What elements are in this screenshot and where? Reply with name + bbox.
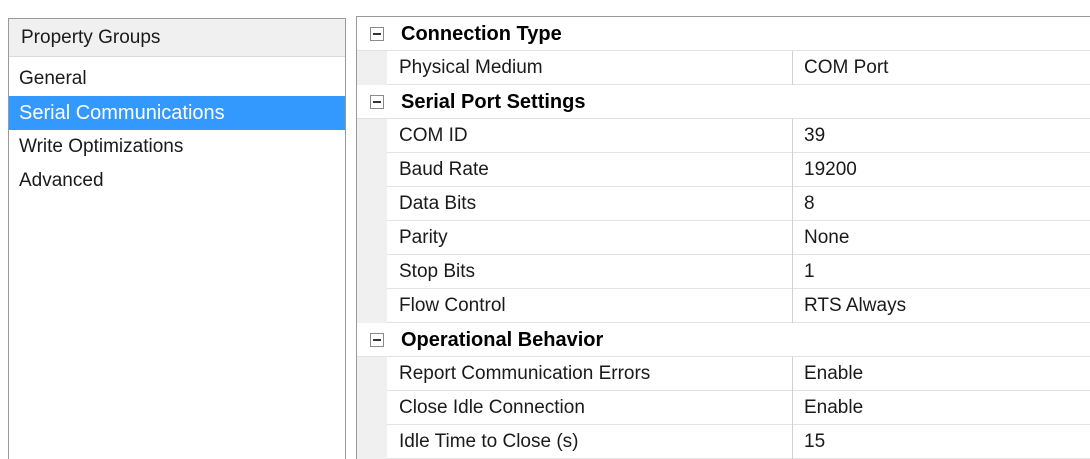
row-gutter bbox=[357, 153, 387, 187]
row-gutter bbox=[357, 391, 387, 425]
category-title: Operational Behavior bbox=[401, 329, 604, 351]
property-name: Flow Control bbox=[387, 289, 793, 323]
property-row-flow-control[interactable]: Flow Control RTS Always bbox=[357, 289, 1090, 323]
property-name: Physical Medium bbox=[387, 51, 793, 85]
row-gutter bbox=[357, 357, 387, 391]
property-row-stop-bits[interactable]: Stop Bits 1 bbox=[357, 255, 1090, 289]
property-row-baud-rate[interactable]: Baud Rate 19200 bbox=[357, 153, 1090, 187]
property-value[interactable]: None bbox=[794, 221, 1090, 255]
category-title: Serial Port Settings bbox=[401, 91, 586, 113]
property-name: Baud Rate bbox=[387, 153, 793, 187]
property-groups-panel: Property Groups General Serial Communica… bbox=[8, 18, 346, 459]
property-value[interactable]: COM Port bbox=[794, 51, 1090, 85]
property-row-physical-medium[interactable]: Physical Medium COM Port bbox=[357, 51, 1090, 85]
property-value[interactable]: Enable bbox=[794, 357, 1090, 391]
group-item-serial-communications[interactable]: Serial Communications bbox=[9, 96, 345, 130]
category-serial-port-settings[interactable]: Serial Port Settings bbox=[357, 85, 1090, 119]
collapse-toggle-icon[interactable] bbox=[370, 27, 384, 41]
property-value[interactable]: 1 bbox=[794, 255, 1090, 289]
row-gutter bbox=[357, 187, 387, 221]
property-name: Parity bbox=[387, 221, 793, 255]
property-value[interactable]: 39 bbox=[794, 119, 1090, 153]
property-name: Data Bits bbox=[387, 187, 793, 221]
property-row-close-idle-connection[interactable]: Close Idle Connection Enable bbox=[357, 391, 1090, 425]
row-gutter bbox=[357, 221, 387, 255]
row-gutter bbox=[357, 289, 387, 323]
property-row-data-bits[interactable]: Data Bits 8 bbox=[357, 187, 1090, 221]
property-value[interactable]: 19200 bbox=[794, 153, 1090, 187]
group-item-general[interactable]: General bbox=[9, 62, 345, 96]
collapse-toggle-icon[interactable] bbox=[370, 95, 384, 109]
group-item-advanced[interactable]: Advanced bbox=[9, 164, 345, 198]
property-value[interactable]: Enable bbox=[794, 391, 1090, 425]
property-row-report-communication-errors[interactable]: Report Communication Errors Enable bbox=[357, 357, 1090, 391]
property-row-idle-time-to-close[interactable]: Idle Time to Close (s) 15 bbox=[357, 425, 1090, 459]
property-name: Stop Bits bbox=[387, 255, 793, 289]
row-gutter bbox=[357, 425, 387, 459]
property-row-com-id[interactable]: COM ID 39 bbox=[357, 119, 1090, 153]
property-groups-header: Property Groups bbox=[9, 19, 345, 57]
group-item-write-optimizations[interactable]: Write Optimizations bbox=[9, 130, 345, 164]
category-title: Connection Type bbox=[401, 23, 562, 45]
property-row-parity[interactable]: Parity None bbox=[357, 221, 1090, 255]
row-gutter bbox=[357, 51, 387, 85]
property-name: Idle Time to Close (s) bbox=[387, 425, 793, 459]
row-gutter bbox=[357, 255, 387, 289]
property-grid: Connection Type Physical Medium COM Port… bbox=[356, 16, 1090, 459]
category-connection-type[interactable]: Connection Type bbox=[357, 17, 1090, 51]
collapse-toggle-icon[interactable] bbox=[370, 333, 384, 347]
category-operational-behavior[interactable]: Operational Behavior bbox=[357, 323, 1090, 357]
property-value[interactable]: RTS Always bbox=[794, 289, 1090, 323]
property-name: Close Idle Connection bbox=[387, 391, 793, 425]
property-value[interactable]: 8 bbox=[794, 187, 1090, 221]
property-value[interactable]: 15 bbox=[794, 425, 1090, 459]
property-name: Report Communication Errors bbox=[387, 357, 793, 391]
property-name: COM ID bbox=[387, 119, 793, 153]
row-gutter bbox=[357, 119, 387, 153]
